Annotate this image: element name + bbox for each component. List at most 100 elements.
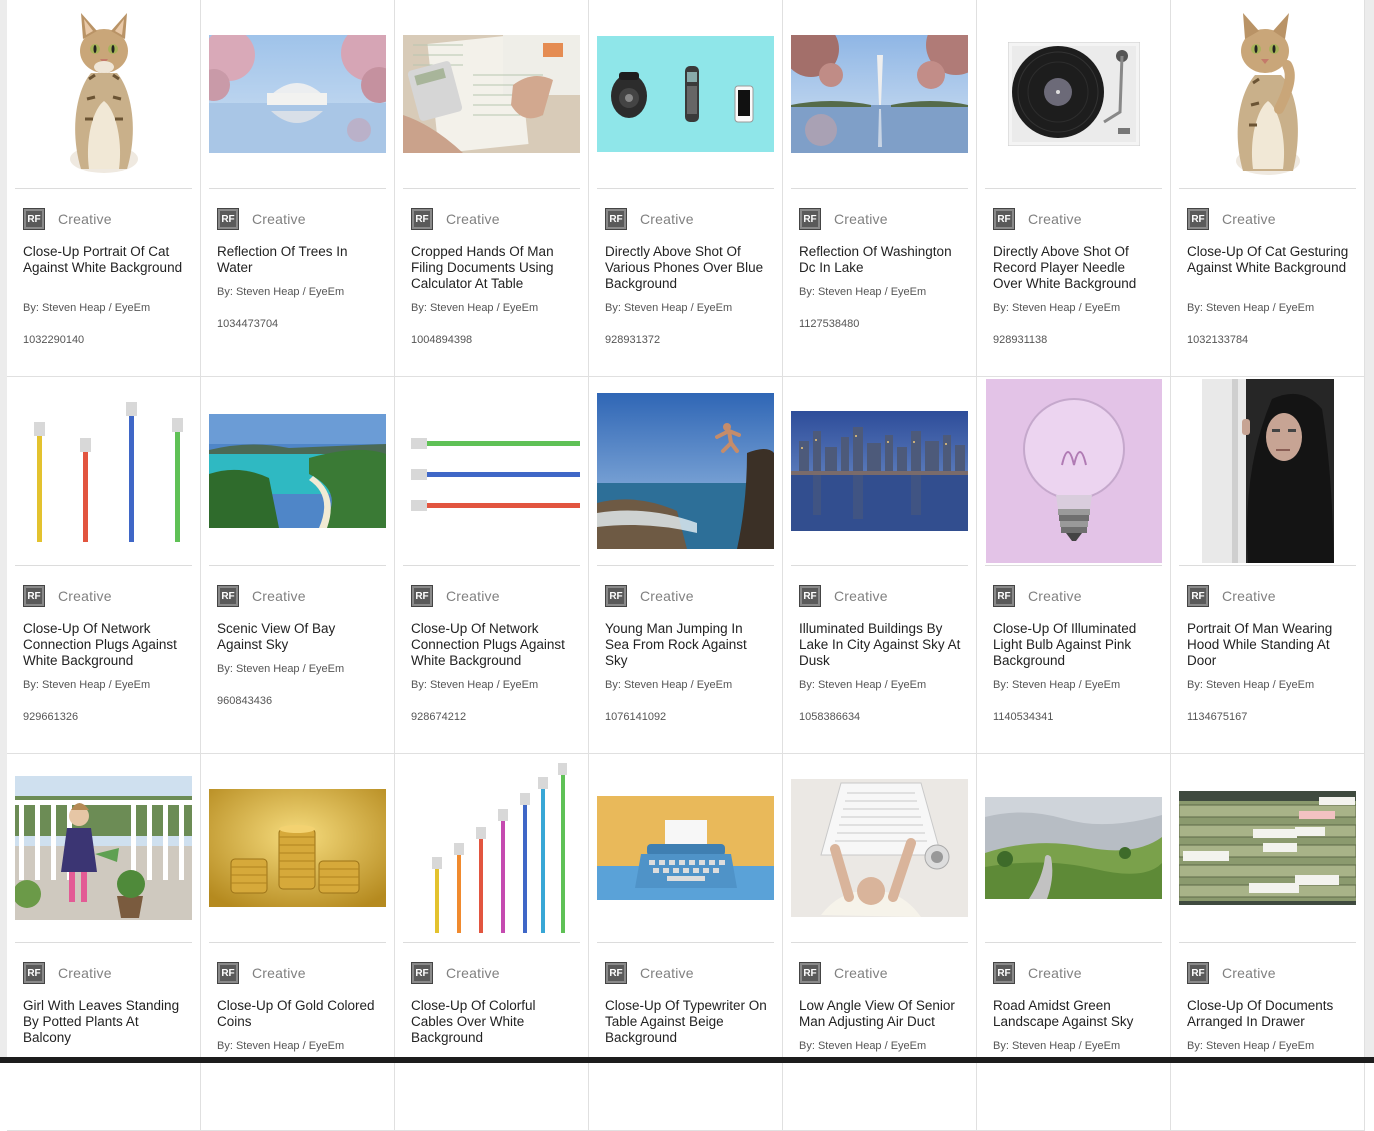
- category-label[interactable]: Creative: [1028, 211, 1082, 227]
- category-label[interactable]: Creative: [640, 211, 694, 227]
- image-card[interactable]: RF Creative Close-Up Portrait Of Cat Aga…: [7, 0, 201, 377]
- thumbnail[interactable]: [977, 377, 1170, 565]
- byline[interactable]: By: Steven Heap / EyeEm: [411, 677, 571, 693]
- category-label[interactable]: Creative: [58, 965, 112, 981]
- thumbnail[interactable]: [589, 754, 782, 942]
- byline[interactable]: By: Steven Heap / EyeEm: [217, 284, 377, 300]
- image-title[interactable]: Girl With Leaves Standing By Potted Plan…: [23, 998, 187, 1046]
- image-title[interactable]: Close-Up Of Colorful Cables Over White B…: [411, 998, 575, 1046]
- thumbnail[interactable]: [783, 754, 976, 942]
- image-title[interactable]: Close-Up Of Typewriter On Table Against …: [605, 998, 769, 1046]
- image-title[interactable]: Young Man Jumping In Sea From Rock Again…: [605, 621, 769, 669]
- image-card[interactable]: RF Creative Close-Up Of Network Connecti…: [395, 377, 589, 754]
- thumbnail[interactable]: [201, 754, 394, 942]
- byline[interactable]: By: Steven Heap / EyeEm: [993, 300, 1153, 316]
- image-card[interactable]: RF Creative Reflection Of Trees In Water…: [201, 0, 395, 377]
- byline[interactable]: By: Steven Heap / EyeEm: [993, 1038, 1153, 1054]
- thumbnail[interactable]: [977, 754, 1170, 942]
- category-label[interactable]: Creative: [1222, 588, 1276, 604]
- thumbnail[interactable]: [7, 754, 200, 942]
- image-title[interactable]: Scenic View Of Bay Against Sky: [217, 621, 381, 653]
- image-title[interactable]: Road Amidst Green Landscape Against Sky: [993, 998, 1157, 1030]
- image-card[interactable]: RF Creative Close-Up Of Cat Gesturing Ag…: [1171, 0, 1365, 377]
- image-card[interactable]: RF Creative Road Amidst Green Landscape …: [977, 754, 1171, 1131]
- image-title[interactable]: Cropped Hands Of Man Filing Documents Us…: [411, 244, 575, 292]
- image-card[interactable]: RF Creative Portrait Of Man Wearing Hood…: [1171, 377, 1365, 754]
- byline[interactable]: By: Steven Heap / EyeEm: [799, 1038, 959, 1054]
- thumbnail[interactable]: [395, 754, 588, 942]
- category-label[interactable]: Creative: [834, 211, 888, 227]
- byline[interactable]: By: Steven Heap / EyeEm: [799, 284, 959, 300]
- image-card[interactable]: RF Creative Close-Up Of Illuminated Ligh…: [977, 377, 1171, 754]
- category-label[interactable]: Creative: [1222, 965, 1276, 981]
- image-card[interactable]: RF Creative Directly Above Shot Of Vario…: [589, 0, 783, 377]
- category-label[interactable]: Creative: [252, 588, 306, 604]
- image-title[interactable]: Directly Above Shot Of Record Player Nee…: [993, 244, 1157, 292]
- image-title[interactable]: Close-Up Portrait Of Cat Against White B…: [23, 244, 187, 276]
- thumbnail[interactable]: [783, 0, 976, 188]
- image-card[interactable]: RF Creative Scenic View Of Bay Against S…: [201, 377, 395, 754]
- image-title[interactable]: Reflection Of Trees In Water: [217, 244, 381, 276]
- image-title[interactable]: Close-Up Of Documents Arranged In Drawer: [1187, 998, 1351, 1030]
- category-label[interactable]: Creative: [640, 588, 694, 604]
- category-label[interactable]: Creative: [252, 965, 306, 981]
- image-title[interactable]: Low Angle View Of Senior Man Adjusting A…: [799, 998, 963, 1030]
- byline[interactable]: By: Steven Heap / EyeEm: [605, 677, 765, 693]
- image-card[interactable]: RF Creative Cropped Hands Of Man Filing …: [395, 0, 589, 377]
- category-label[interactable]: Creative: [834, 588, 888, 604]
- thumbnail[interactable]: [201, 0, 394, 188]
- image-title[interactable]: Close-Up Of Illuminated Light Bulb Again…: [993, 621, 1157, 669]
- thumbnail[interactable]: [1171, 377, 1364, 565]
- thumbnail[interactable]: [7, 377, 200, 565]
- byline[interactable]: By: Steven Heap / EyeEm: [1187, 1038, 1347, 1054]
- byline[interactable]: By: Steven Heap / EyeEm: [1187, 677, 1347, 693]
- byline[interactable]: By: Steven Heap / EyeEm: [411, 300, 571, 316]
- category-label[interactable]: Creative: [834, 965, 888, 981]
- image-card[interactable]: RF Creative Illuminated Buildings By Lak…: [783, 377, 977, 754]
- image-card[interactable]: RF Creative Close-Up Of Network Connecti…: [7, 377, 201, 754]
- thumbnail[interactable]: [1171, 0, 1364, 188]
- thumbnail[interactable]: [7, 0, 200, 188]
- thumbnail[interactable]: [395, 377, 588, 565]
- byline[interactable]: By: Steven Heap / EyeEm: [217, 661, 377, 677]
- thumbnail[interactable]: [201, 377, 394, 565]
- thumbnail[interactable]: [395, 0, 588, 188]
- image-card[interactable]: RF Creative Close-Up Of Colorful Cables …: [395, 754, 589, 1131]
- thumbnail[interactable]: [783, 377, 976, 565]
- image-card[interactable]: RF Creative Directly Above Shot Of Recor…: [977, 0, 1171, 377]
- category-label[interactable]: Creative: [252, 211, 306, 227]
- thumbnail[interactable]: [589, 377, 782, 565]
- image-title[interactable]: Close-Up Of Cat Gesturing Against White …: [1187, 244, 1351, 276]
- category-label[interactable]: Creative: [446, 211, 500, 227]
- thumbnail[interactable]: [1171, 754, 1364, 942]
- image-card[interactable]: RF Creative Close-Up Of Documents Arrang…: [1171, 754, 1365, 1131]
- byline[interactable]: By: Steven Heap / EyeEm: [1187, 300, 1347, 316]
- image-title[interactable]: Reflection Of Washington Dc In Lake: [799, 244, 963, 276]
- image-card[interactable]: RF Creative Girl With Leaves Standing By…: [7, 754, 201, 1131]
- image-title[interactable]: Close-Up Of Network Connection Plugs Aga…: [23, 621, 187, 669]
- byline[interactable]: By: Steven Heap / EyeEm: [23, 300, 183, 316]
- image-title[interactable]: Portrait Of Man Wearing Hood While Stand…: [1187, 621, 1351, 669]
- byline[interactable]: By: Steven Heap / EyeEm: [605, 300, 765, 316]
- byline[interactable]: By: Steven Heap / EyeEm: [217, 1038, 377, 1054]
- category-label[interactable]: Creative: [446, 588, 500, 604]
- byline[interactable]: By: Steven Heap / EyeEm: [23, 677, 183, 693]
- image-card[interactable]: RF Creative Young Man Jumping In Sea Fro…: [589, 377, 783, 754]
- category-label[interactable]: Creative: [640, 965, 694, 981]
- image-title[interactable]: Illuminated Buildings By Lake In City Ag…: [799, 621, 963, 669]
- category-label[interactable]: Creative: [58, 588, 112, 604]
- image-card[interactable]: RF Creative Reflection Of Washington Dc …: [783, 0, 977, 377]
- image-card[interactable]: RF Creative Low Angle View Of Senior Man…: [783, 754, 977, 1131]
- thumbnail[interactable]: [589, 0, 782, 188]
- category-label[interactable]: Creative: [1028, 588, 1082, 604]
- category-label[interactable]: Creative: [446, 965, 500, 981]
- image-title[interactable]: Directly Above Shot Of Various Phones Ov…: [605, 244, 769, 292]
- image-title[interactable]: Close-Up Of Gold Colored Coins: [217, 998, 381, 1030]
- byline[interactable]: By: Steven Heap / EyeEm: [799, 677, 959, 693]
- image-card[interactable]: RF Creative Close-Up Of Typewriter On Ta…: [589, 754, 783, 1131]
- image-card[interactable]: RF Creative Close-Up Of Gold Colored Coi…: [201, 754, 395, 1131]
- category-label[interactable]: Creative: [58, 211, 112, 227]
- category-label[interactable]: Creative: [1028, 965, 1082, 981]
- thumbnail[interactable]: [977, 0, 1170, 188]
- image-title[interactable]: Close-Up Of Network Connection Plugs Aga…: [411, 621, 575, 669]
